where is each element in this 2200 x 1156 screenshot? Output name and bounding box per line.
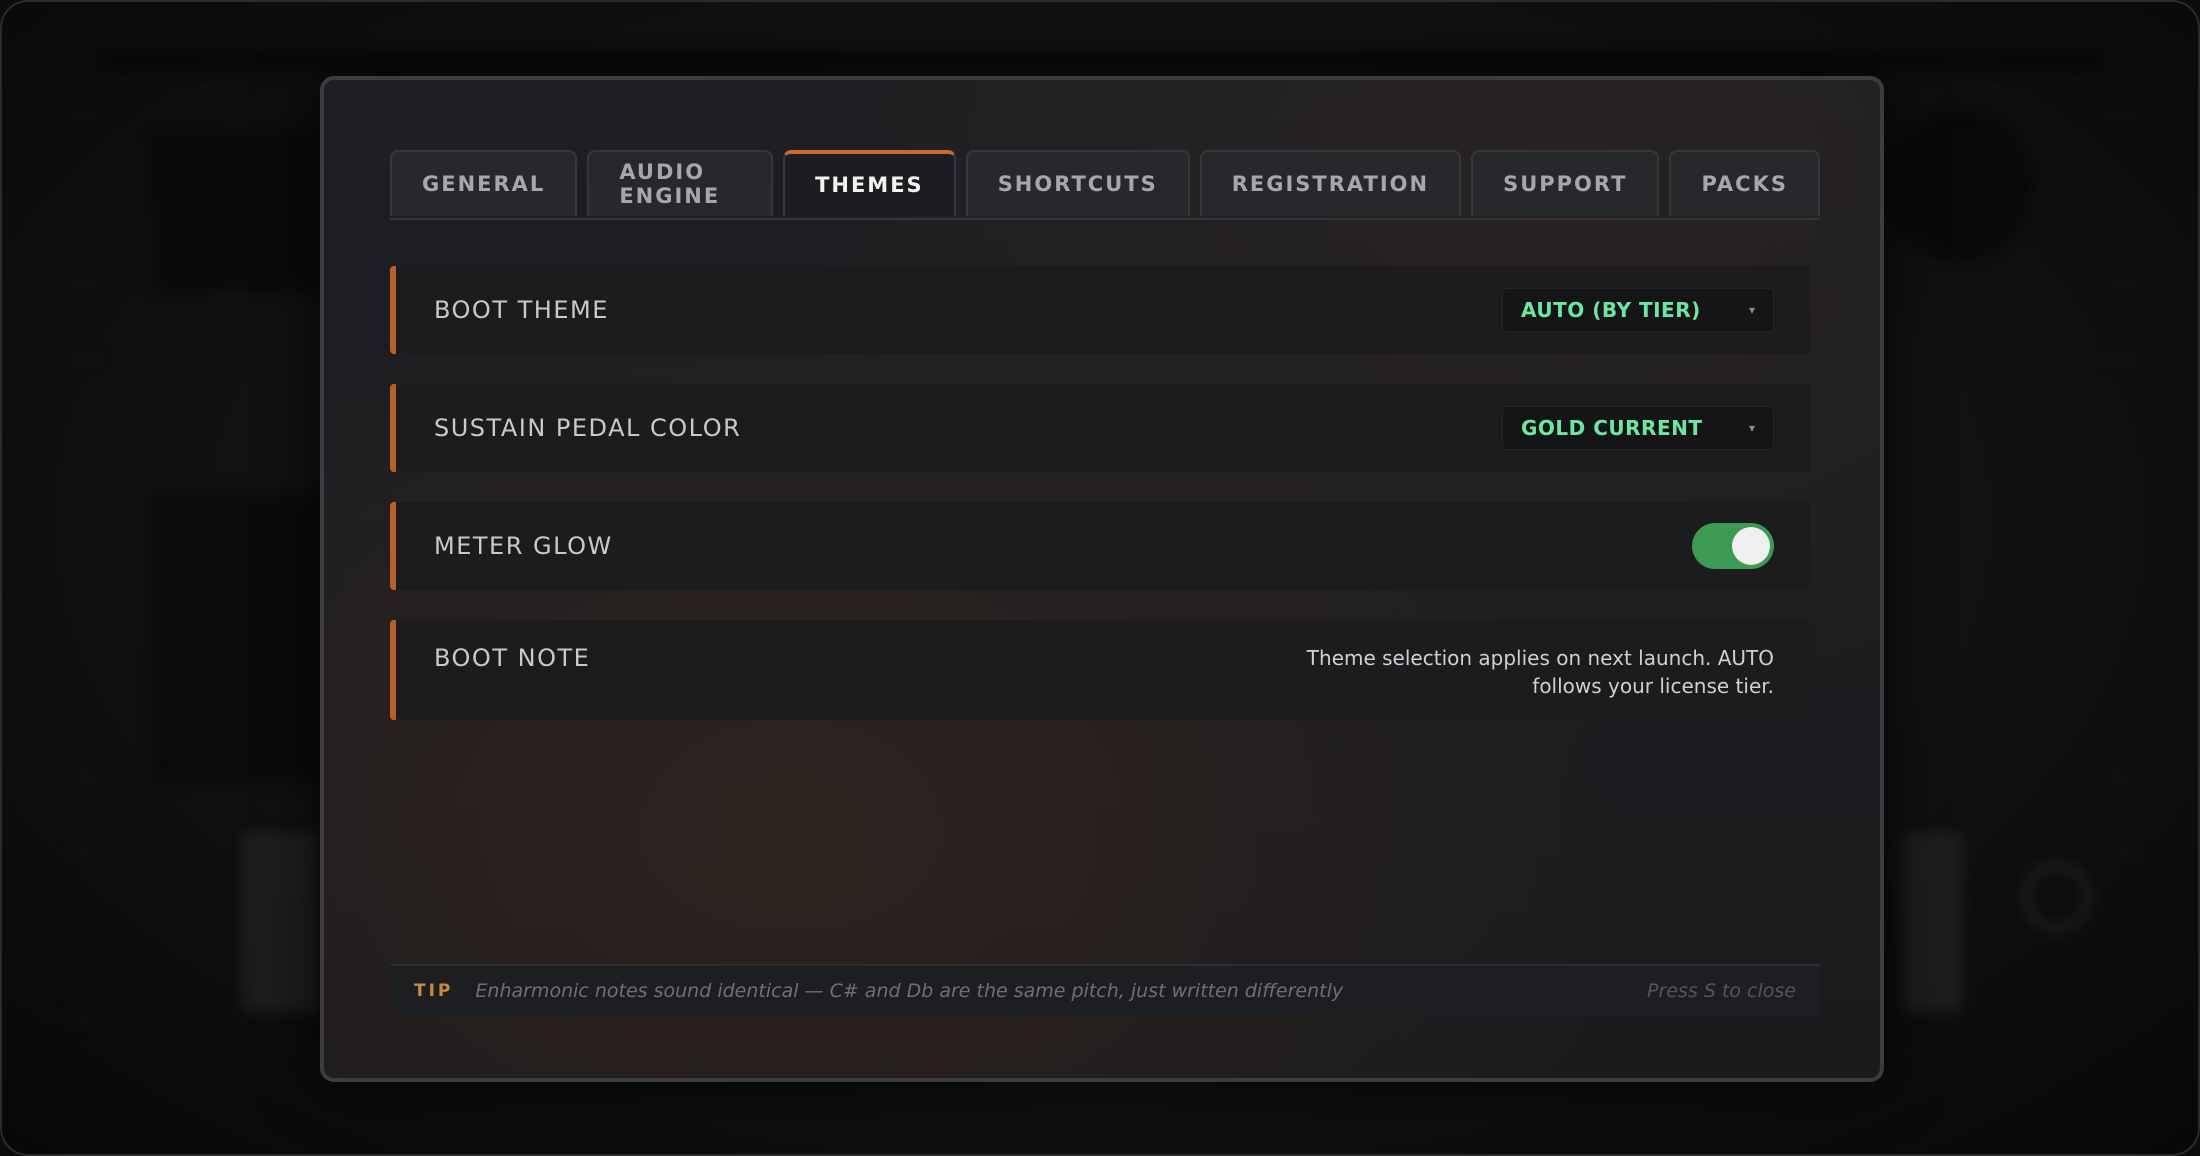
meter-glow-row: METER GLOW xyxy=(390,502,1810,590)
meter-glow-toggle[interactable] xyxy=(1692,523,1774,569)
bg-tick xyxy=(2106,110,2140,120)
tab-registration[interactable]: REGISTRATION xyxy=(1199,150,1462,216)
sustain-pedal-color-value: GOLD CURRENT xyxy=(1521,416,1703,440)
tip-text: Enharmonic notes sound identical — C# an… xyxy=(475,980,1344,1002)
boot-theme-value: AUTO (BY TIER) xyxy=(1521,298,1701,322)
bg-key xyxy=(242,832,322,1012)
sustain-pedal-color-label: SUSTAIN PEDAL COLOR xyxy=(434,414,742,442)
tab-general[interactable]: GENERAL xyxy=(390,150,578,216)
meter-glow-label: METER GLOW xyxy=(434,532,613,560)
tab-packs[interactable]: PACKS xyxy=(1669,150,1820,216)
boot-theme-row: BOOT THEME AUTO (BY TIER) ▾ xyxy=(390,266,1810,354)
settings-modal: GENERAL AUDIO ENGINE THEMES SHORTCUTS RE… xyxy=(320,76,1884,1082)
chevron-down-icon: ▾ xyxy=(1748,421,1755,435)
bg-knob xyxy=(2022,862,2092,932)
bg-tick xyxy=(2106,772,2140,782)
boot-note-row: BOOT NOTE Theme selection applies on nex… xyxy=(390,620,1810,720)
tab-support[interactable]: SUPPORT xyxy=(1471,150,1660,216)
bg-tick xyxy=(66,354,100,364)
tab-themes[interactable]: THEMES xyxy=(783,150,956,216)
bg-tick xyxy=(66,110,100,120)
bg-tick xyxy=(66,278,100,288)
tab-audio-engine[interactable]: AUDIO ENGINE xyxy=(587,150,774,216)
sustain-pedal-color-row: SUSTAIN PEDAL COLOR GOLD CURRENT ▾ xyxy=(390,384,1810,472)
boot-theme-select[interactable]: AUTO (BY TIER) ▾ xyxy=(1502,288,1774,332)
bg-tick xyxy=(2106,278,2140,288)
boot-note-line-1: Theme selection applies on next launch. … xyxy=(1306,646,1774,670)
chevron-down-icon: ▾ xyxy=(1748,303,1755,317)
close-hint: Press S to close xyxy=(1647,980,1796,1002)
settings-tabs: GENERAL AUDIO ENGINE THEMES SHORTCUTS RE… xyxy=(390,150,1820,220)
bg-tick xyxy=(66,772,100,782)
bg-tick xyxy=(66,848,100,858)
boot-note-text: Theme selection applies on next launch. … xyxy=(1214,644,1774,700)
boot-note-line-2: follows your license tier. xyxy=(1532,674,1774,698)
themes-settings-list: BOOT THEME AUTO (BY TIER) ▾ SUSTAIN PEDA… xyxy=(390,266,1810,750)
boot-note-label: BOOT NOTE xyxy=(434,644,591,672)
bg-tick xyxy=(2106,354,2140,364)
tip-label: TIP xyxy=(414,981,454,1001)
app-window: GENERAL AUDIO ENGINE THEMES SHORTCUTS RE… xyxy=(0,0,2200,1156)
tab-shortcuts[interactable]: SHORTCUTS xyxy=(965,150,1190,216)
bg-topbar xyxy=(102,52,2102,70)
bg-tick xyxy=(66,1012,100,1022)
toggle-knob xyxy=(1732,527,1770,565)
bg-tick xyxy=(2106,848,2140,858)
bg-key xyxy=(1902,832,1962,1012)
bg-circle xyxy=(1882,112,2032,262)
sustain-pedal-color-select[interactable]: GOLD CURRENT ▾ xyxy=(1502,406,1774,450)
boot-theme-label: BOOT THEME xyxy=(434,296,609,324)
tip-bar: TIP Enharmonic notes sound identical — C… xyxy=(390,964,1820,1016)
